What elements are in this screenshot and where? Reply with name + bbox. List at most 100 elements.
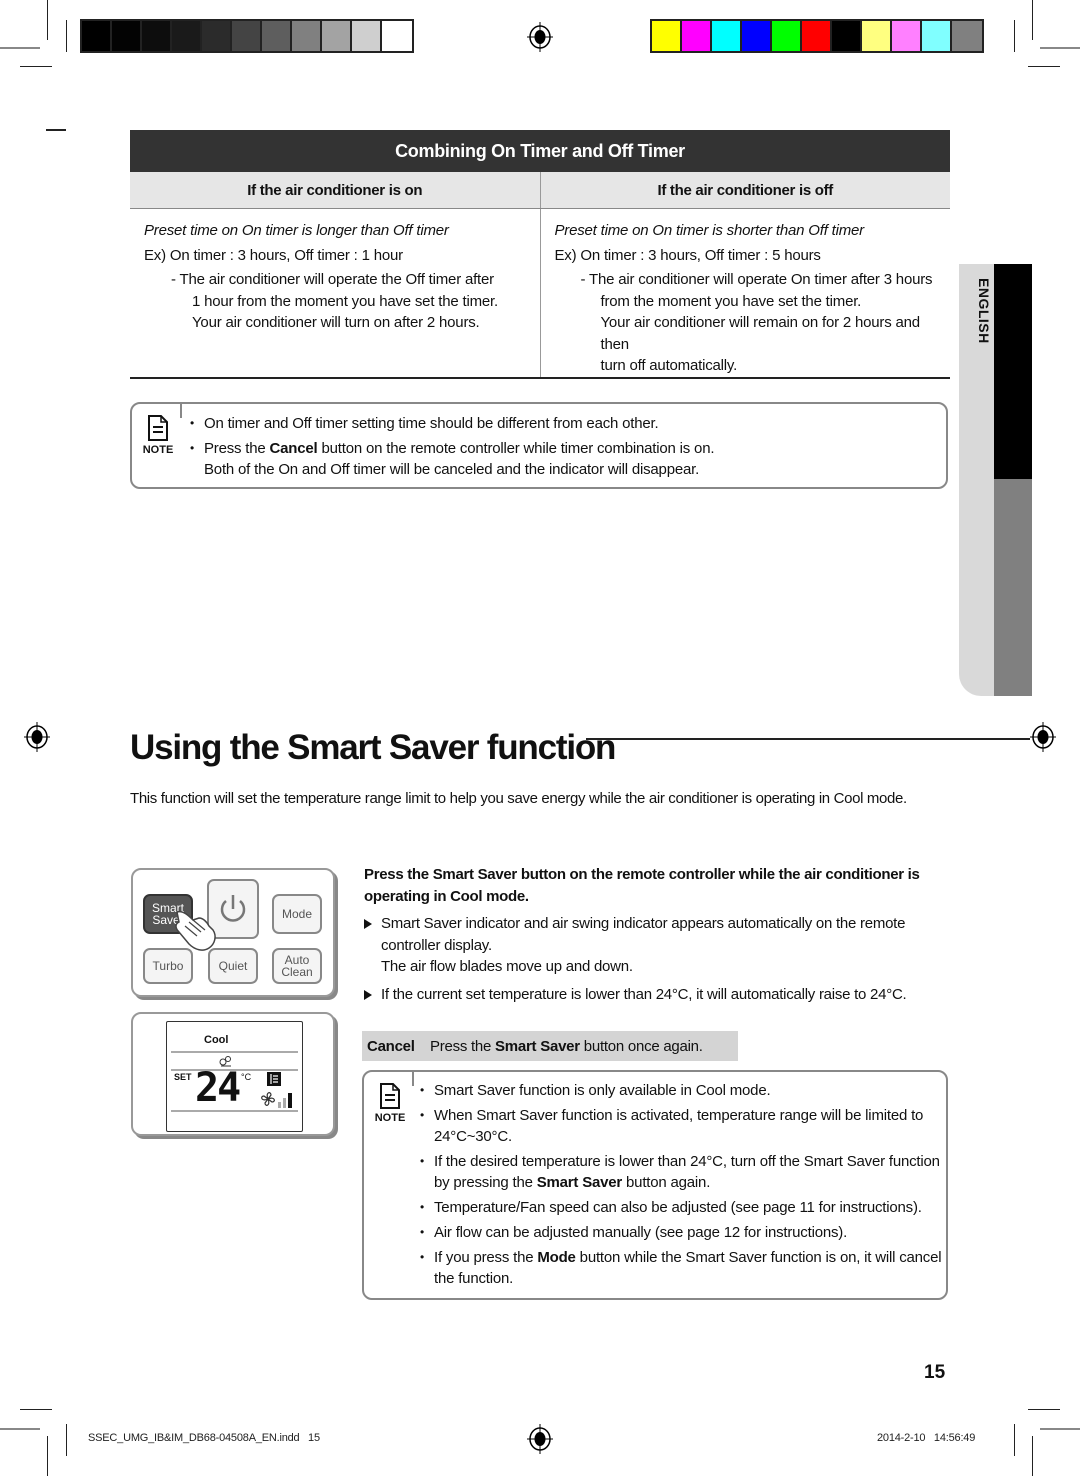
case-text: Preset time on On timer is longer than O… <box>144 222 449 239</box>
cancel-text-part: button once again. <box>579 1037 703 1055</box>
note-text-bold: Smart Saver <box>536 1174 623 1191</box>
turbo-button[interactable]: Turbo <box>143 948 193 984</box>
detail-line: 1 hour from the moment you have set the … <box>192 292 498 310</box>
color-swatch <box>652 21 682 51</box>
note-item: If you press the Mode button while the S… <box>420 1247 945 1289</box>
note-item: On timer and Off timer setting time shou… <box>190 413 714 434</box>
crop-mark <box>1028 1409 1060 1410</box>
detail-line: - The air conditioner will operate On ti… <box>580 271 933 288</box>
color-swatch <box>772 21 802 51</box>
color-calibration-bar <box>650 19 984 53</box>
document-icon <box>380 1083 400 1109</box>
registration-mark-icon <box>527 22 553 52</box>
note-item: If the desired temperature is lower than… <box>420 1151 945 1193</box>
table-title: Combining On Timer and Off Timer <box>130 130 950 172</box>
step-text: If the current set temperature is lower … <box>381 985 907 1003</box>
cancel-text-bold: Smart Saver <box>495 1037 580 1055</box>
language-tab-marker-grey <box>994 479 1032 696</box>
language-tab-marker <box>994 264 1032 479</box>
table-body-row: Preset time on On timer is longer than O… <box>130 209 950 379</box>
color-swatch <box>322 21 352 51</box>
pressing-hand-icon <box>175 910 216 951</box>
fan-speed-icon <box>278 1093 292 1108</box>
detail-line: turn off automatically. <box>600 357 738 374</box>
lcd-divider <box>171 1110 298 1112</box>
note-text: button again. <box>622 1174 711 1191</box>
fan-icon <box>261 1092 275 1106</box>
remote-display-panel: Cool SET 24 °C <box>131 1012 335 1136</box>
mode-button[interactable]: Mode <box>272 894 322 934</box>
note-text: If you press the <box>434 1249 538 1266</box>
color-swatch <box>382 21 412 51</box>
power-icon <box>220 895 246 922</box>
grey-calibration-bar <box>80 19 414 53</box>
cancel-text: Press the Smart Saver button once again. <box>430 1038 703 1055</box>
page-number: 15 <box>924 1362 946 1383</box>
lcd-mode: Cool <box>204 1034 229 1046</box>
language-label: ENGLISH <box>976 278 992 344</box>
cancel-bar: Cancel Press the Smart Saver button once… <box>362 1031 738 1061</box>
color-swatch <box>832 21 862 51</box>
color-swatch <box>202 21 232 51</box>
note-tick <box>412 1070 414 1086</box>
section-title: Using the Smart Saver function <box>130 728 616 767</box>
note-label: NOTE <box>374 1112 406 1124</box>
quiet-button[interactable]: Quiet <box>208 948 258 984</box>
crop-mark <box>1040 47 1080 49</box>
column-header-on: If the air conditioner is on <box>130 172 541 208</box>
note-text: Temperature/Fan speed can also be adjust… <box>434 1199 922 1216</box>
instruction-lead: Press the Smart Saver button on the remo… <box>364 864 944 908</box>
detail-line: Your air conditioner will turn on after … <box>192 314 480 331</box>
crop-mark <box>1028 66 1060 67</box>
note-box-timer: NOTE On timer and Off timer setting time… <box>130 402 948 489</box>
color-swatch <box>262 21 292 51</box>
note-icon: NOTE <box>370 1082 410 1124</box>
color-swatch <box>232 21 262 51</box>
detail-line: Your air conditioner will remain on for … <box>600 314 921 353</box>
note-icon: NOTE <box>138 414 178 456</box>
crop-mark <box>0 1428 40 1430</box>
color-swatch <box>802 21 832 51</box>
note-text: button on the remote controller while ti… <box>317 440 715 457</box>
note-box-smart-saver: NOTE Smart Saver function is only availa… <box>362 1070 948 1300</box>
color-swatch <box>682 21 712 51</box>
note-item: Temperature/Fan speed can also be adjust… <box>420 1197 945 1218</box>
note-item: Smart Saver function is only available i… <box>420 1080 945 1101</box>
step-item: Smart Saver indicator and air swing indi… <box>364 913 944 978</box>
instruction-steps: Smart Saver indicator and air swing indi… <box>364 913 944 1011</box>
color-swatch <box>862 21 892 51</box>
color-swatch <box>82 21 112 51</box>
note-list: Smart Saver function is only available i… <box>420 1080 945 1289</box>
section-intro: This function will set the temperature r… <box>130 790 907 807</box>
case-text: Preset time on On timer is shorter than … <box>554 222 865 239</box>
color-swatch <box>742 21 772 51</box>
step-item: If the current set temperature is lower … <box>364 984 944 1006</box>
step-text: The air flow blades move up and down. <box>381 958 633 975</box>
note-text: Both of the On and Off timer will be can… <box>204 461 700 478</box>
crop-mark <box>20 1409 52 1410</box>
cancel-label: Cancel <box>367 1037 415 1055</box>
footer-filename: SSEC_UMG_IB&IM_DB68-04508A_EN.indd 15 <box>88 1432 320 1444</box>
color-swatch <box>892 21 922 51</box>
color-swatch <box>922 21 952 51</box>
column-header-off: If the air conditioner is off <box>657 181 834 199</box>
color-swatch <box>352 21 382 51</box>
note-text: Air flow can be adjusted manually (see p… <box>434 1224 848 1241</box>
crop-mark <box>0 47 40 49</box>
detail-line: from the moment you have set the timer. <box>600 292 862 310</box>
lcd-set-label: SET <box>174 1072 192 1082</box>
lead-text-bold: Smart Saver <box>432 866 518 883</box>
crop-mark <box>1014 20 1015 52</box>
color-swatch <box>172 21 202 51</box>
crop-mark <box>66 1424 67 1456</box>
auto-clean-button[interactable]: Auto Clean <box>272 948 322 984</box>
crop-mark <box>47 0 48 40</box>
document-icon <box>148 415 168 441</box>
triangle-bullet-icon <box>364 919 372 929</box>
air-swing-indicator-icon <box>267 1072 281 1086</box>
crop-mark <box>1040 1428 1080 1430</box>
note-text: Smart Saver function is only available i… <box>434 1082 771 1099</box>
note-label: NOTE <box>142 444 174 456</box>
example-text: Ex) On timer : 3 hours, Off timer : 5 ho… <box>554 246 821 264</box>
footer-timestamp: 2014-2-10 14:56:49 <box>877 1432 976 1444</box>
